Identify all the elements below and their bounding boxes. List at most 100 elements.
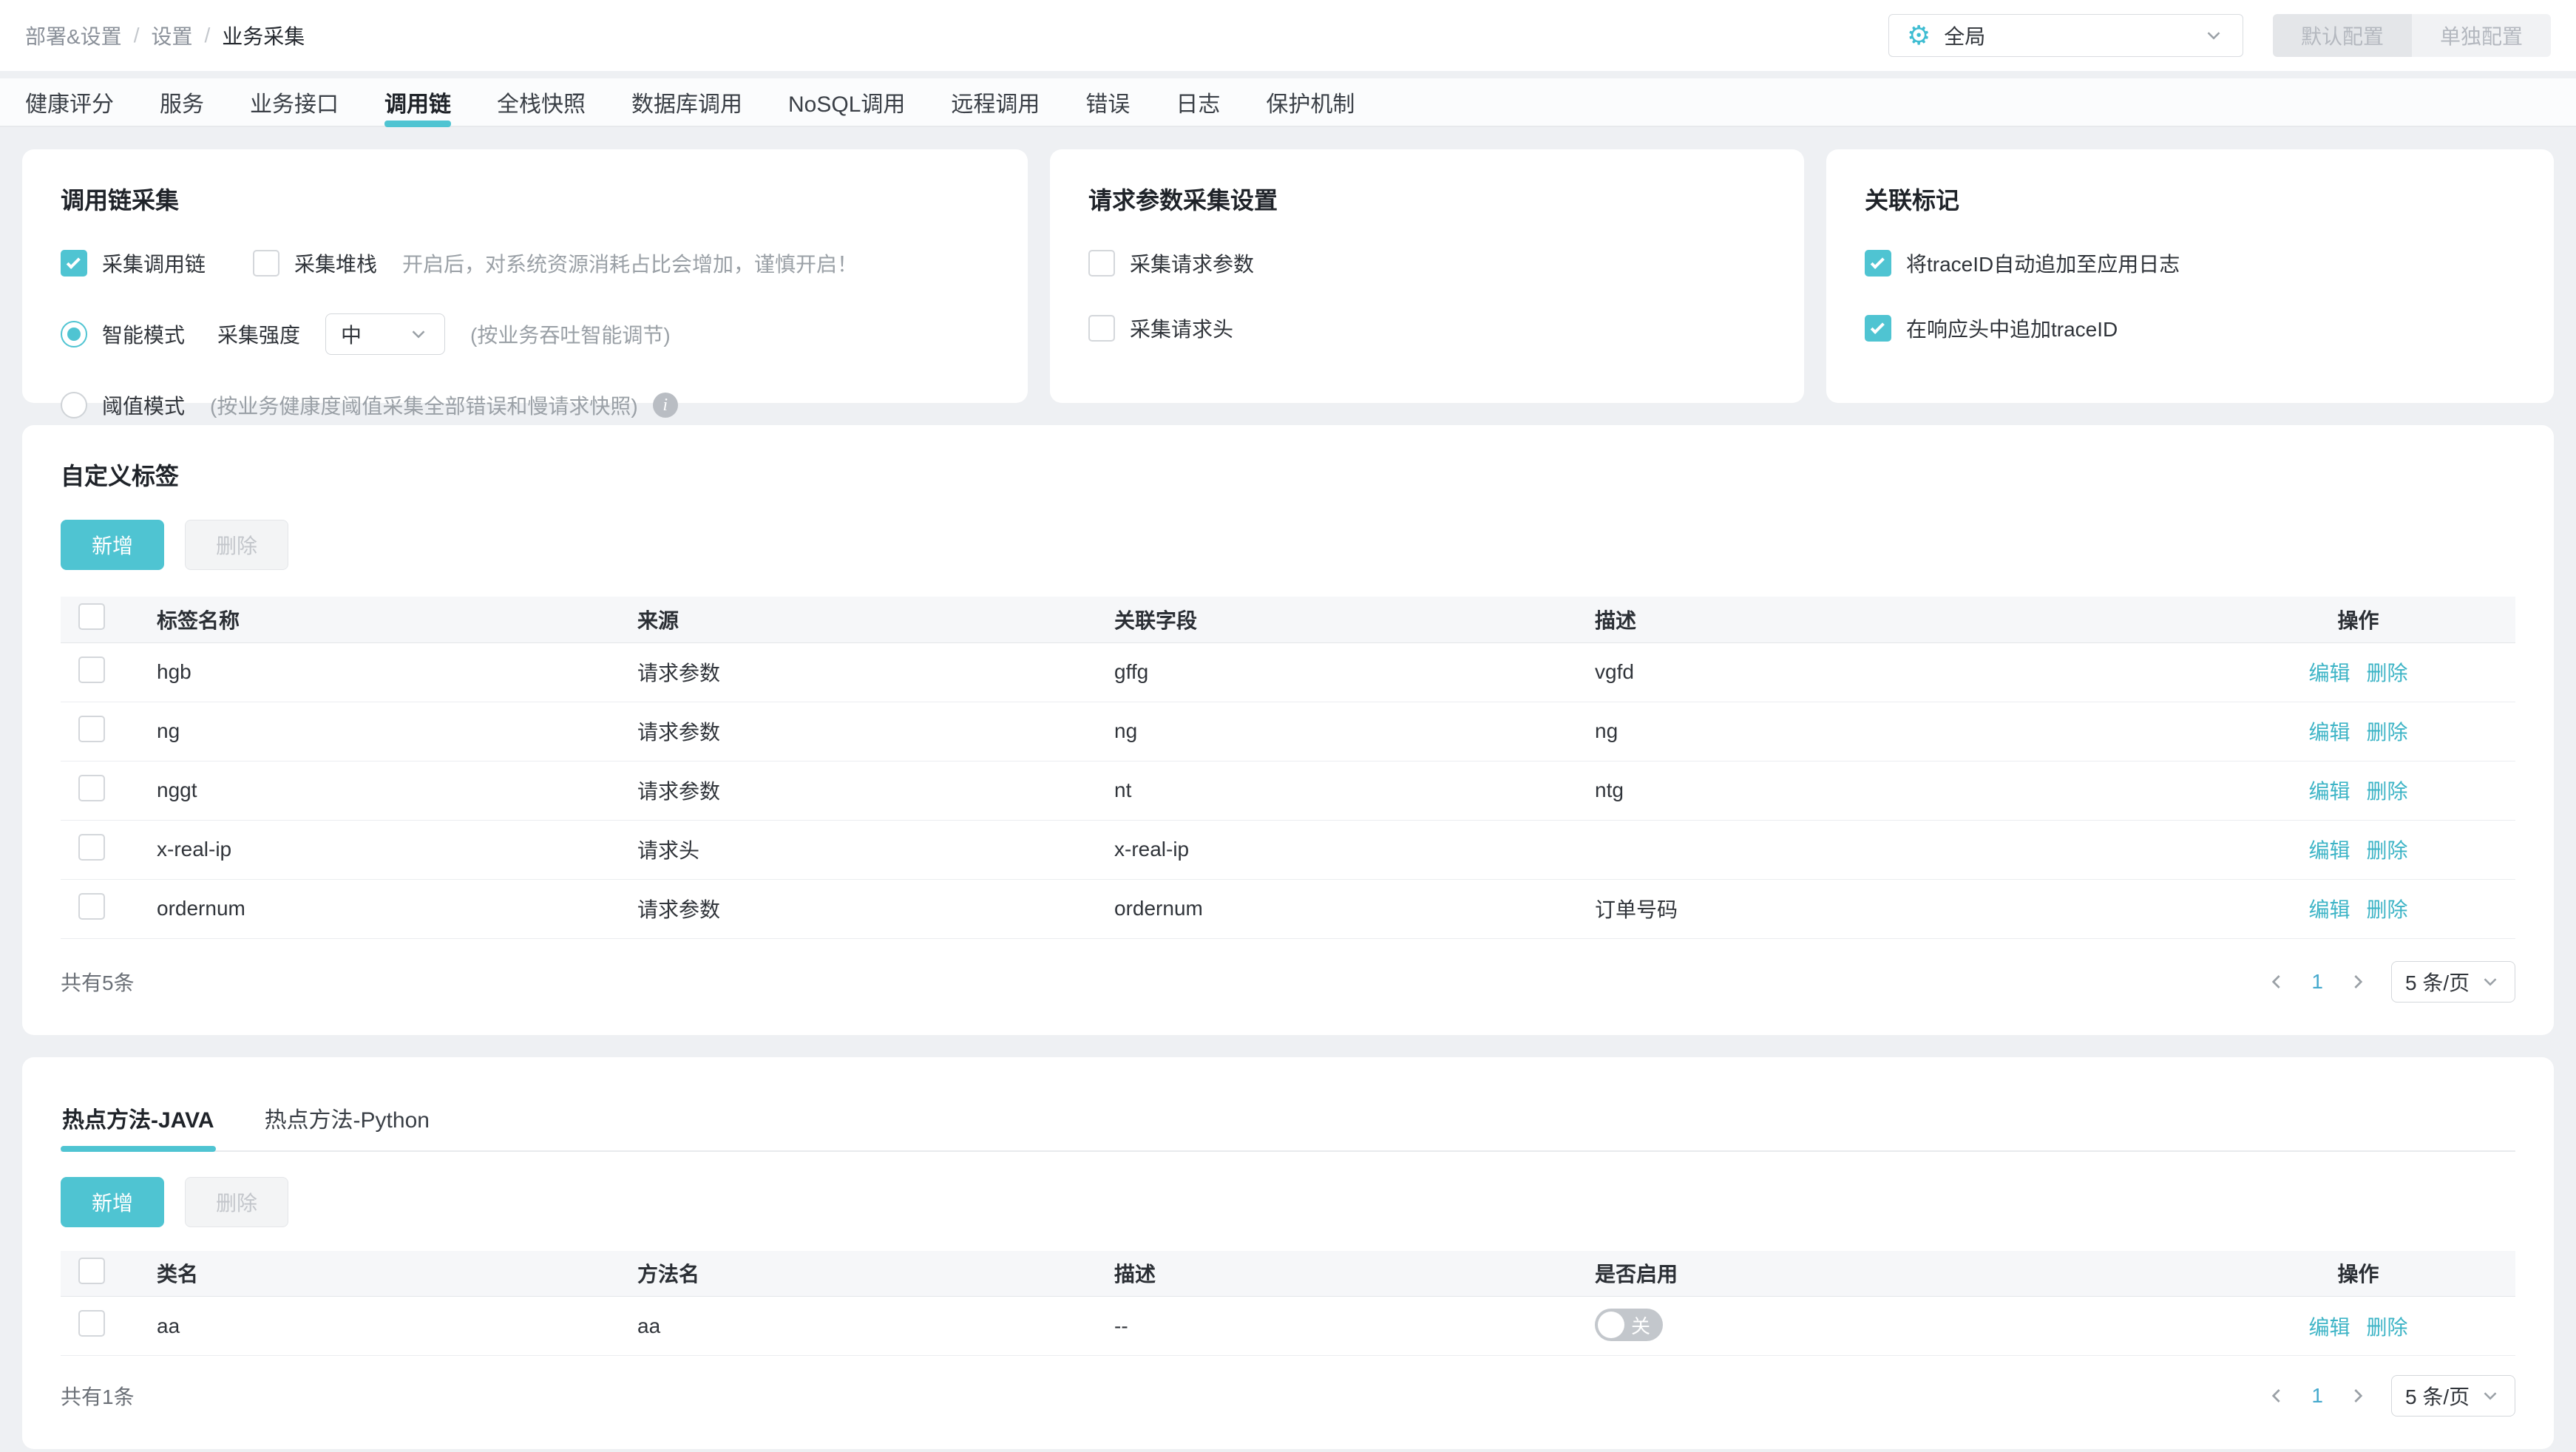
default-config-button[interactable]: 默认配置: [2272, 14, 2412, 57]
cell-class-name: aa: [127, 1296, 608, 1356]
cell-actions: 编辑 删除: [2201, 879, 2515, 939]
tab-调用链[interactable]: 调用链: [384, 78, 451, 127]
delete-link[interactable]: 删除: [2367, 898, 2408, 921]
edit-link[interactable]: 编辑: [2308, 780, 2350, 803]
collect-request-headers-checkbox[interactable]: [1088, 315, 1115, 342]
cell-tag-name: hgb: [127, 642, 608, 702]
add-tag-button[interactable]: 新增: [61, 520, 164, 570]
collect-stack-checkbox[interactable]: [253, 250, 280, 277]
column-header-enabled: 是否启用: [1565, 1250, 2201, 1297]
page-size-select[interactable]: 5 条/页: [2391, 1375, 2515, 1417]
intensity-select[interactable]: 中: [325, 313, 446, 355]
row-checkbox[interactable]: [78, 774, 105, 801]
page-size-value: 5 条/页: [2405, 971, 2470, 994]
add-method-button[interactable]: 新增: [61, 1176, 164, 1227]
smart-mode-radio[interactable]: [61, 321, 87, 347]
correlation-card: 关联标记 将traceID自动追加至应用日志 在响应头中追加traceID: [1826, 149, 2554, 403]
tab-保护机制[interactable]: 保护机制: [1266, 78, 1355, 126]
delete-method-button[interactable]: 删除: [185, 1176, 288, 1227]
check-icon: [1870, 319, 1885, 334]
delete-link[interactable]: 删除: [2367, 721, 2408, 744]
gear-icon: ⚙: [1906, 20, 1931, 50]
cell-source: 请求参数: [608, 642, 1085, 702]
delete-tag-button[interactable]: 删除: [185, 520, 288, 570]
breadcrumb-separator: /: [204, 24, 211, 47]
column-header-method-name: 方法名: [608, 1250, 1085, 1297]
row-checkbox[interactable]: [78, 833, 105, 861]
tab-日志[interactable]: 日志: [1176, 78, 1220, 126]
row-checkbox[interactable]: [78, 656, 105, 683]
next-page-icon[interactable]: [2345, 1384, 2369, 1408]
append-traceid-log-label: 将traceID自动追加至应用日志: [1906, 253, 2180, 276]
collect-trace-checkbox[interactable]: [61, 250, 87, 277]
breadcrumb-item-deploy-settings[interactable]: 部署&设置: [25, 21, 122, 50]
request-params-card: 请求参数采集设置 采集请求参数 采集请求头: [1050, 149, 1804, 403]
total-count: 共有5条: [61, 971, 135, 994]
collect-trace-label: 采集调用链: [102, 253, 206, 276]
cell-field: x-real-ip: [1085, 820, 1565, 880]
append-traceid-header-checkbox[interactable]: [1865, 315, 1891, 342]
toggle-label: 关: [1631, 1314, 1651, 1337]
threshold-mode-radio[interactable]: [61, 392, 87, 418]
tab-全栈快照[interactable]: 全栈快照: [497, 78, 586, 126]
column-header-source: 来源: [608, 597, 1085, 642]
cell-desc: 订单号码: [1565, 879, 2201, 939]
delete-link[interactable]: 删除: [2367, 780, 2408, 803]
page-number[interactable]: 1: [2311, 970, 2323, 994]
intensity-select-value: 中: [341, 324, 362, 347]
prev-page-icon[interactable]: [2265, 970, 2289, 994]
smart-mode-hint: (按业务吞吐智能调节): [470, 324, 671, 347]
column-header-desc: 描述: [1085, 1250, 1565, 1297]
edit-link[interactable]: 编辑: [2308, 662, 2350, 685]
tab-数据库调用[interactable]: 数据库调用: [631, 78, 742, 126]
toggle-knob: [1598, 1312, 1624, 1338]
delete-link[interactable]: 删除: [2367, 662, 2408, 685]
threshold-mode-label: 阈值模式: [102, 395, 186, 418]
collect-request-params-checkbox[interactable]: [1088, 250, 1115, 277]
row-checkbox-cell: [61, 1296, 127, 1356]
delete-link[interactable]: 删除: [2367, 1316, 2408, 1339]
row-checkbox[interactable]: [78, 1310, 105, 1337]
scope-select[interactable]: ⚙ 全局: [1888, 14, 2243, 57]
table-row: nggt 请求参数 nt ntg 编辑 删除: [61, 761, 2515, 821]
info-icon[interactable]: i: [652, 393, 678, 418]
collect-request-headers-label: 采集请求头: [1130, 318, 1234, 341]
tab-服务[interactable]: 服务: [160, 78, 204, 126]
separate-config-button[interactable]: 单独配置: [2411, 14, 2551, 57]
stack-hint: 开启后，对系统资源消耗占比会增加，谨慎开启！: [402, 253, 858, 276]
select-all-checkbox[interactable]: [78, 603, 105, 631]
tab-错误[interactable]: 错误: [1085, 78, 1130, 126]
breadcrumb-item-business-collection: 业务采集: [222, 25, 305, 48]
tab-热点方法-JAVA[interactable]: 热点方法-JAVA: [61, 1094, 216, 1152]
edit-link[interactable]: 编辑: [2308, 898, 2350, 921]
enable-toggle[interactable]: 关: [1595, 1309, 1663, 1341]
tab-远程调用[interactable]: 远程调用: [951, 78, 1040, 126]
cell-tag-name: ng: [127, 702, 608, 761]
append-traceid-log-checkbox[interactable]: [1865, 250, 1891, 277]
row-checkbox[interactable]: [78, 715, 105, 742]
page-number[interactable]: 1: [2311, 1384, 2323, 1408]
edit-link[interactable]: 编辑: [2308, 839, 2350, 862]
edit-link[interactable]: 编辑: [2308, 1316, 2350, 1339]
next-page-icon[interactable]: [2345, 970, 2369, 994]
row-checkbox[interactable]: [78, 892, 105, 920]
tab-热点方法-Python[interactable]: 热点方法-Python: [263, 1094, 431, 1150]
tab-业务接口[interactable]: 业务接口: [250, 78, 339, 126]
pagination: 1 5 条/页: [2265, 960, 2515, 1003]
prev-page-icon[interactable]: [2265, 1384, 2289, 1408]
breadcrumb-item-settings[interactable]: 设置: [151, 21, 192, 50]
page-size-select[interactable]: 5 条/页: [2391, 960, 2515, 1003]
select-all-checkbox[interactable]: [78, 1257, 105, 1284]
delete-link[interactable]: 删除: [2367, 839, 2408, 862]
cell-desc: ng: [1565, 702, 2201, 761]
cell-desc: [1565, 820, 2201, 880]
cell-desc: ntg: [1565, 761, 2201, 821]
row-checkbox-cell: [61, 702, 127, 761]
cell-source: 请求参数: [608, 879, 1085, 939]
check-icon: [1870, 254, 1885, 269]
chevron-down-icon: [2484, 977, 2497, 986]
tab-健康评分[interactable]: 健康评分: [25, 78, 114, 126]
edit-link[interactable]: 编辑: [2308, 721, 2350, 744]
cell-tag-name: x-real-ip: [127, 820, 608, 880]
tab-NoSQL调用[interactable]: NoSQL调用: [788, 78, 905, 126]
